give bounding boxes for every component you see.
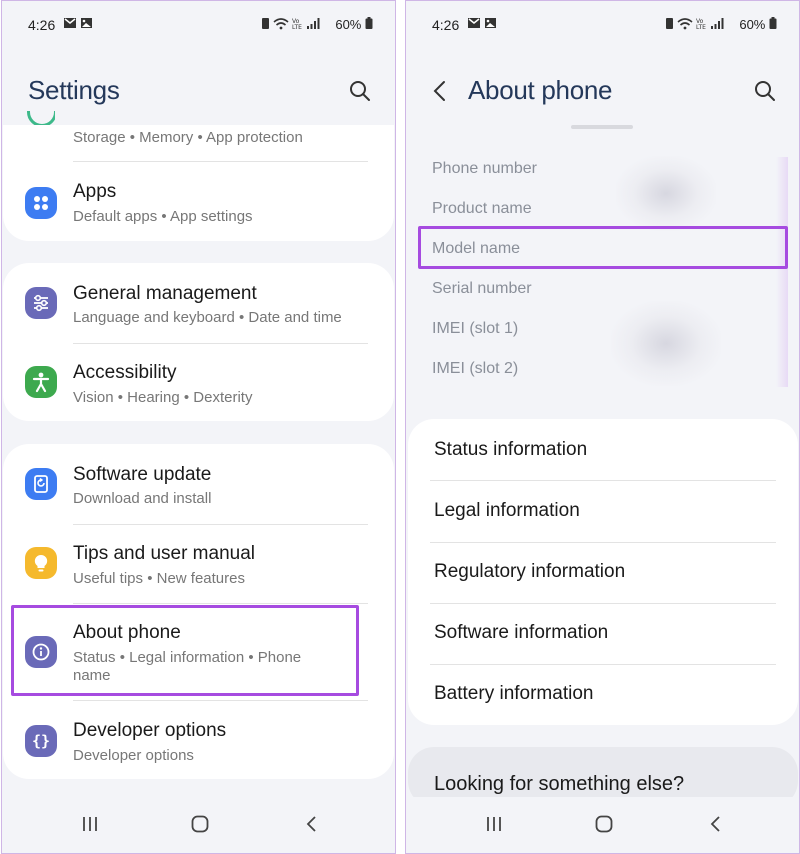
- signal-wifi-icon: Vo LTE: [665, 18, 724, 31]
- accessibility-icon: [25, 366, 57, 398]
- model-name-highlight: [418, 226, 788, 269]
- navigation-bar: [406, 797, 799, 853]
- search-button[interactable]: [347, 78, 373, 104]
- developer-title: Developer options: [73, 720, 227, 741]
- settings-card-2: General management Language and keyboard…: [3, 263, 394, 421]
- accessibility-sub: Vision • Hearing • Dexterity: [73, 389, 253, 406]
- status-information-item[interactable]: Status information: [408, 419, 798, 480]
- tips-sub: Useful tips • New features: [73, 570, 245, 587]
- tips-item[interactable]: Tips and user manual Useful tips • New f…: [3, 525, 394, 603]
- imei-slot2-label: IMEI (slot 2): [432, 360, 519, 377]
- blurred-value: [616, 156, 716, 231]
- gmail-photos-icon: [64, 18, 92, 28]
- navigation-bar: [2, 797, 395, 853]
- menu-label: Status information: [434, 439, 588, 460]
- status-bar: 4:26 Vo LTE 60%: [406, 1, 799, 47]
- back-nav-button[interactable]: [706, 815, 726, 833]
- search-icon: [755, 81, 775, 101]
- page-title: About phone: [468, 75, 613, 105]
- search-icon: [350, 81, 370, 101]
- looking-for-title: Looking for something else?: [434, 773, 685, 795]
- general-title: General management: [73, 283, 257, 304]
- menu-label: Regulatory information: [434, 561, 626, 582]
- status-bar: 4:26 Vo LTE 60%: [2, 1, 395, 47]
- tips-title: Tips and user manual: [73, 543, 256, 564]
- info-menu-card: Status information Legal information Reg…: [408, 419, 798, 725]
- accessibility-item[interactable]: Accessibility Vision • Hearing • Dexteri…: [3, 344, 394, 421]
- back-button[interactable]: [428, 79, 454, 105]
- page-title: Settings: [28, 75, 120, 105]
- home-button[interactable]: [190, 815, 210, 833]
- apps-title: Apps: [73, 181, 117, 202]
- phone-number-label: Phone number: [432, 160, 537, 177]
- apps-grid-icon: [25, 187, 57, 219]
- apps-sub: Default apps • App settings: [73, 208, 253, 225]
- lightbulb-icon: [25, 547, 57, 579]
- storage-item[interactable]: Storage • Memory • App protection: [3, 111, 394, 161]
- status-time: 4:26: [28, 17, 56, 33]
- apps-item[interactable]: Apps Default apps • App settings: [3, 163, 394, 241]
- serial-number-label: Serial number: [432, 280, 532, 297]
- legal-information-item[interactable]: Legal information: [408, 481, 798, 542]
- update-icon: [25, 468, 57, 500]
- braces-icon: {}: [25, 725, 57, 757]
- product-name-label: Product name: [432, 200, 532, 217]
- battery-icon: [365, 17, 373, 29]
- status-time: 4:26: [432, 17, 460, 33]
- recents-button[interactable]: [484, 815, 504, 833]
- search-button[interactable]: [752, 78, 778, 104]
- svg-text:{}: {}: [32, 732, 50, 750]
- blur-edge: [776, 157, 788, 387]
- about-phone-screen: 4:26 Vo LTE 60% About phone Phone number…: [405, 0, 800, 854]
- home-button[interactable]: [594, 815, 614, 833]
- battery-care-icon: [27, 111, 55, 125]
- software-update-item[interactable]: Software update Download and install: [3, 444, 394, 524]
- accessibility-title: Accessibility: [73, 362, 177, 383]
- software-title: Software update: [73, 464, 212, 485]
- storage-sub: Storage • Memory • App protection: [73, 129, 303, 146]
- battery-information-item[interactable]: Battery information: [408, 665, 798, 725]
- about-phone-highlight: [11, 605, 359, 696]
- developer-options-item[interactable]: {} Developer options Developer options: [3, 701, 394, 779]
- svg-text:LTE: LTE: [696, 24, 706, 30]
- settings-card-1: Storage • Memory • App protection Apps D…: [3, 111, 394, 241]
- menu-label: Battery information: [434, 683, 594, 704]
- general-management-item[interactable]: General management Language and keyboard…: [3, 263, 394, 343]
- gmail-photos-icon: [468, 18, 496, 28]
- menu-label: Software information: [434, 622, 609, 643]
- notification-icons: [64, 17, 94, 33]
- divider: [73, 161, 368, 162]
- back-nav-button[interactable]: [302, 815, 322, 833]
- sliders-icon: [25, 287, 57, 319]
- blurred-value: [611, 301, 721, 386]
- signal-wifi-icon: Vo LTE: [261, 18, 320, 31]
- battery-percent: 60%: [335, 17, 362, 32]
- software-sub: Download and install: [73, 490, 212, 507]
- recents-button[interactable]: [80, 815, 100, 833]
- software-information-item[interactable]: Software information: [408, 604, 798, 664]
- system-indicators: Vo LTE 60%: [261, 17, 373, 32]
- general-sub: Language and keyboard • Date and time: [73, 309, 342, 326]
- chevron-left-icon: [433, 81, 445, 101]
- svg-text:LTE: LTE: [292, 24, 302, 30]
- regulatory-information-item[interactable]: Regulatory information: [408, 543, 798, 603]
- notification-icons: [468, 17, 498, 33]
- developer-sub: Developer options: [73, 747, 194, 764]
- settings-screen: 4:26 Vo LTE 60% Settings Storage • Memor…: [1, 0, 396, 854]
- scroll-handle: [571, 125, 633, 129]
- imei-slot1-label: IMEI (slot 1): [432, 320, 519, 337]
- system-indicators: Vo LTE 60%: [665, 17, 777, 32]
- battery-percent: 60%: [739, 17, 766, 32]
- battery-icon: [769, 17, 777, 29]
- menu-label: Legal information: [434, 500, 580, 521]
